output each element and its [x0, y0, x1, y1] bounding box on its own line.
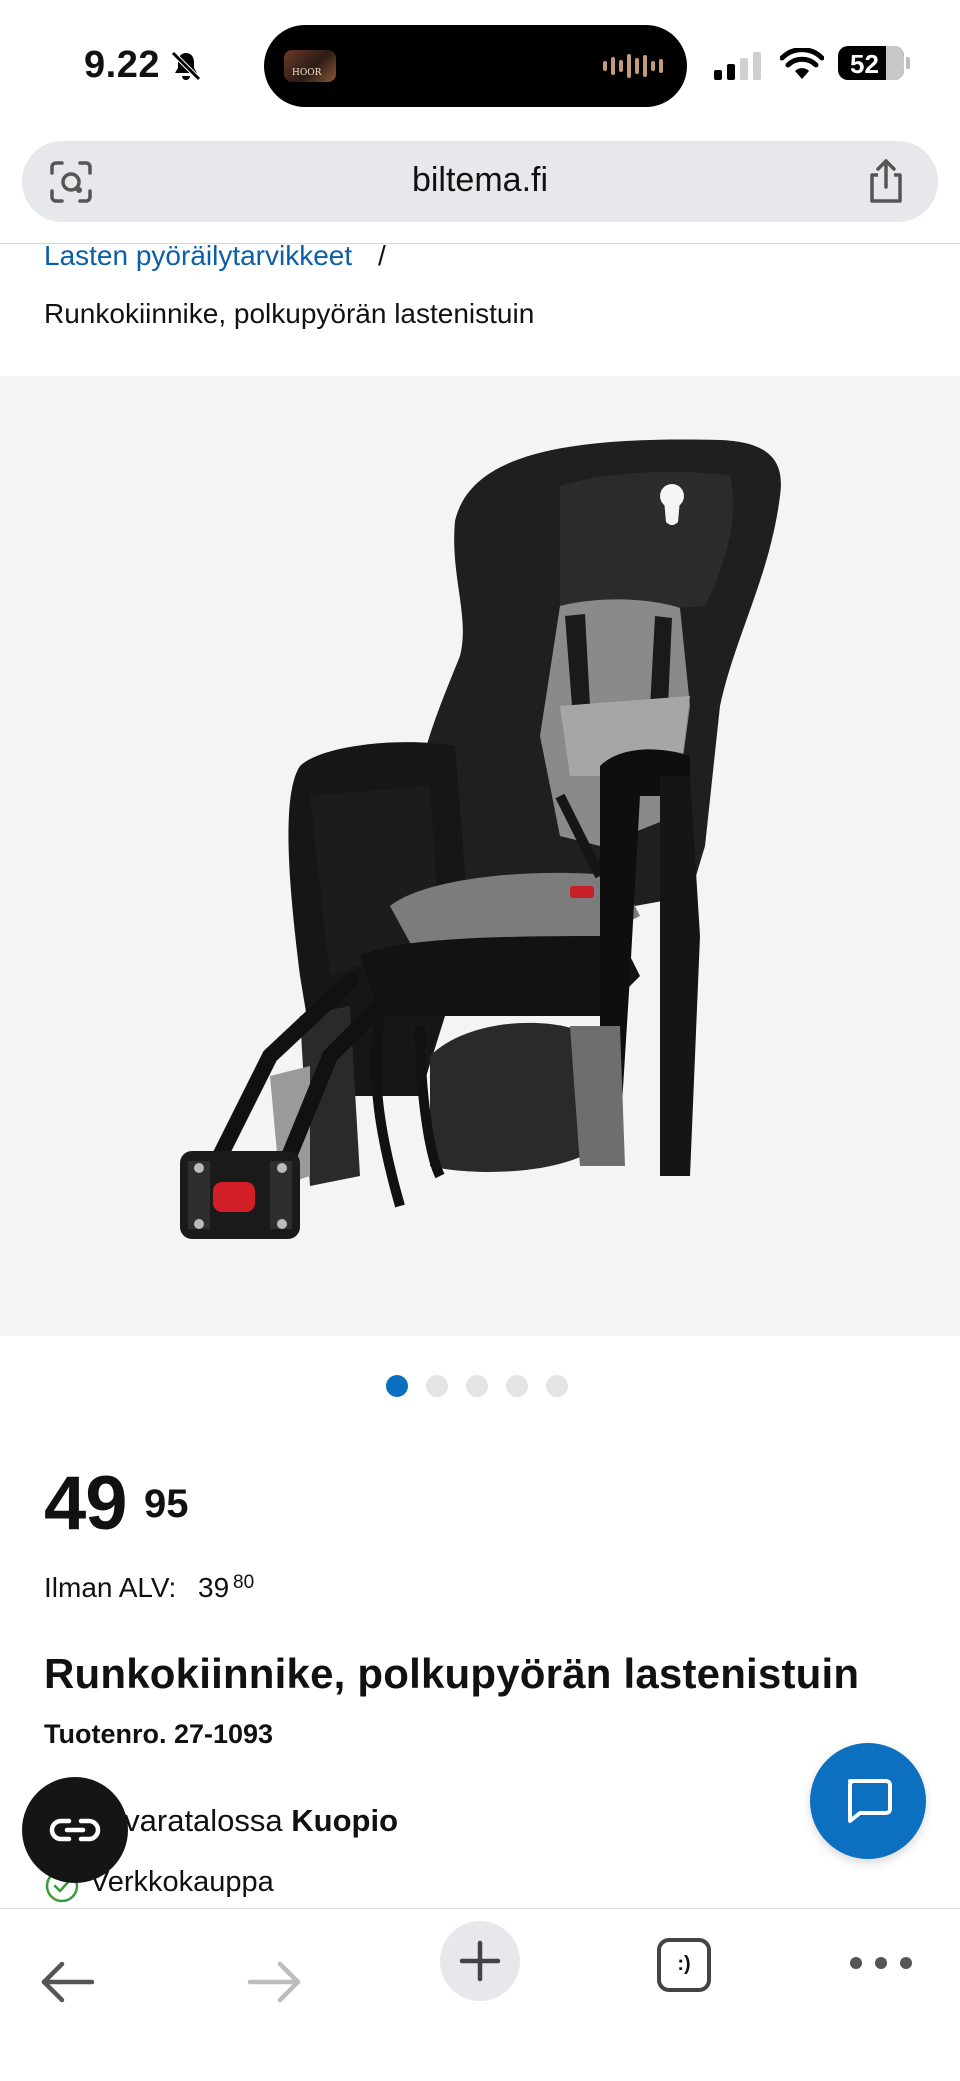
- audio-wave-icon: [603, 53, 663, 79]
- arrow-right-icon[interactable]: [244, 1959, 304, 2010]
- tabs-label: :): [677, 1953, 691, 1975]
- gallery-dot-1[interactable]: [386, 1375, 408, 1397]
- breadcrumb-current: Runkokiinnike, polkupyörän lastenistuin: [44, 298, 535, 329]
- online-store-status: Verkkokauppa: [90, 1866, 274, 1898]
- breadcrumb-separator: /: [378, 240, 386, 271]
- wifi-icon: [779, 47, 825, 87]
- vat-label: Ilman ALV:: [44, 1572, 177, 1603]
- url-text[interactable]: biltema.fi: [22, 161, 938, 200]
- cellular-signal-icon: [714, 52, 761, 80]
- new-tab-button[interactable]: [440, 1921, 520, 2001]
- battery-tip: [906, 57, 910, 69]
- chat-bubble-icon: [848, 1779, 892, 1823]
- gallery-dot-2[interactable]: [426, 1375, 448, 1397]
- stock-store-name[interactable]: Kuopio: [291, 1803, 398, 1838]
- copilot-button[interactable]: [22, 1777, 128, 1883]
- product-image[interactable]: [0, 376, 960, 1336]
- address-bar[interactable]: biltema.fi: [22, 141, 938, 222]
- browser-toolbar: :): [0, 1908, 960, 2081]
- status-bar: 9.22 HOOR 52: [0, 0, 960, 130]
- more-icon[interactable]: [846, 1953, 916, 1978]
- vat-price-whole: 39: [198, 1572, 230, 1603]
- gallery-dot-4[interactable]: [506, 1375, 528, 1397]
- tabs-icon[interactable]: :): [656, 1937, 712, 1998]
- battery-icon: 52: [838, 46, 904, 80]
- dynamic-island[interactable]: HOOR: [264, 25, 687, 107]
- arrow-left-icon[interactable]: [38, 1959, 98, 2010]
- child-bike-seat-illustration: [180, 439, 781, 1239]
- copilot-icon: [49, 1818, 101, 1842]
- gallery-dot-5[interactable]: [546, 1375, 568, 1397]
- gallery-pagination[interactable]: [386, 1375, 568, 1397]
- breadcrumb-link-parent[interactable]: Lasten pyöräilytarvikkeet: [44, 240, 352, 272]
- product-number: Tuotenro. 27-1093: [44, 1719, 274, 1749]
- vat-price-cents: 80: [233, 1572, 255, 1593]
- price-cents: 95: [144, 1482, 189, 1526]
- product-title: Runkokiinnike, polkupyörän lastenistuin: [44, 1650, 860, 1697]
- now-playing-thumbnail: HOOR: [284, 50, 336, 82]
- gallery-dot-3[interactable]: [466, 1375, 488, 1397]
- chat-button[interactable]: [810, 1743, 926, 1859]
- bell-muted-icon: [168, 48, 204, 89]
- battery-level: 52: [850, 49, 879, 79]
- price-whole: 49: [44, 1461, 128, 1546]
- status-time: 9.22: [84, 44, 160, 86]
- share-icon[interactable]: [864, 157, 908, 210]
- thumbnail-label: HOOR: [292, 68, 322, 78]
- plus-icon: [459, 1940, 501, 1982]
